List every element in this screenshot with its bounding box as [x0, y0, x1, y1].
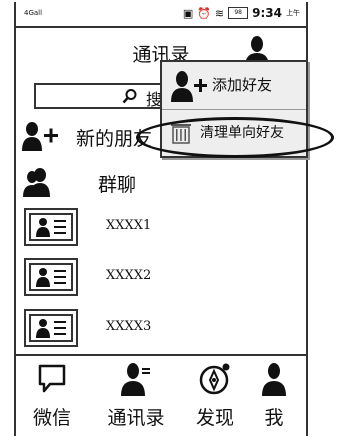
list-item[interactable]: XXXX2	[16, 258, 306, 296]
tab-wechat[interactable]: 微信	[16, 356, 88, 438]
add-friend-menu-item[interactable]: 添加好友	[162, 62, 306, 106]
status-ampm: 上午	[286, 9, 300, 17]
search-icon	[122, 89, 137, 104]
status-right: ▣ ⏰ ≋ 98 9:34 上午	[183, 6, 300, 20]
status-time: 9:34	[252, 6, 282, 20]
add-person-icon	[171, 71, 207, 102]
list-item[interactable]: XXXX1	[16, 208, 306, 246]
tab-me[interactable]: 我	[238, 356, 310, 438]
contact-name: XXXX3	[106, 319, 152, 334]
add-friend-label: 添加好友	[212, 76, 273, 94]
contact-card-icon	[24, 208, 78, 246]
contact-card-icon	[24, 258, 78, 296]
group-chat-label: 群聊	[98, 174, 137, 196]
contact-name: XXXX2	[106, 268, 152, 283]
tab-label: 通讯录	[107, 407, 165, 429]
sim-icon: ▣	[182, 6, 194, 20]
group-chat-row[interactable]: 群聊	[16, 164, 306, 200]
signal-indicator: 4Gall	[24, 9, 43, 17]
wifi-icon: ≋	[214, 6, 225, 20]
compass-icon	[199, 363, 230, 395]
tab-label: 我	[264, 407, 284, 429]
chat-bubble-icon	[38, 364, 66, 393]
list-item[interactable]: XXXX3	[16, 309, 306, 347]
bottom-tab-bar: 微信 通讯录 发现 我	[16, 354, 306, 438]
status-bar: 4Gall ▣ ⏰ ≋ 98 9:34 上午	[16, 2, 306, 28]
tab-contacts[interactable]: 通讯录	[100, 356, 172, 438]
contacts-tab-icon	[121, 363, 150, 396]
tab-label: 微信	[32, 407, 71, 429]
contact-card-icon	[24, 309, 78, 347]
add-person-icon	[22, 122, 58, 151]
contact-name: XXXX1	[106, 218, 152, 233]
highlight-ellipse	[136, 117, 334, 158]
group-icon	[23, 168, 50, 197]
battery-icon: 98	[228, 7, 249, 19]
alarm-icon: ⏰	[197, 6, 211, 20]
me-icon	[262, 363, 286, 396]
